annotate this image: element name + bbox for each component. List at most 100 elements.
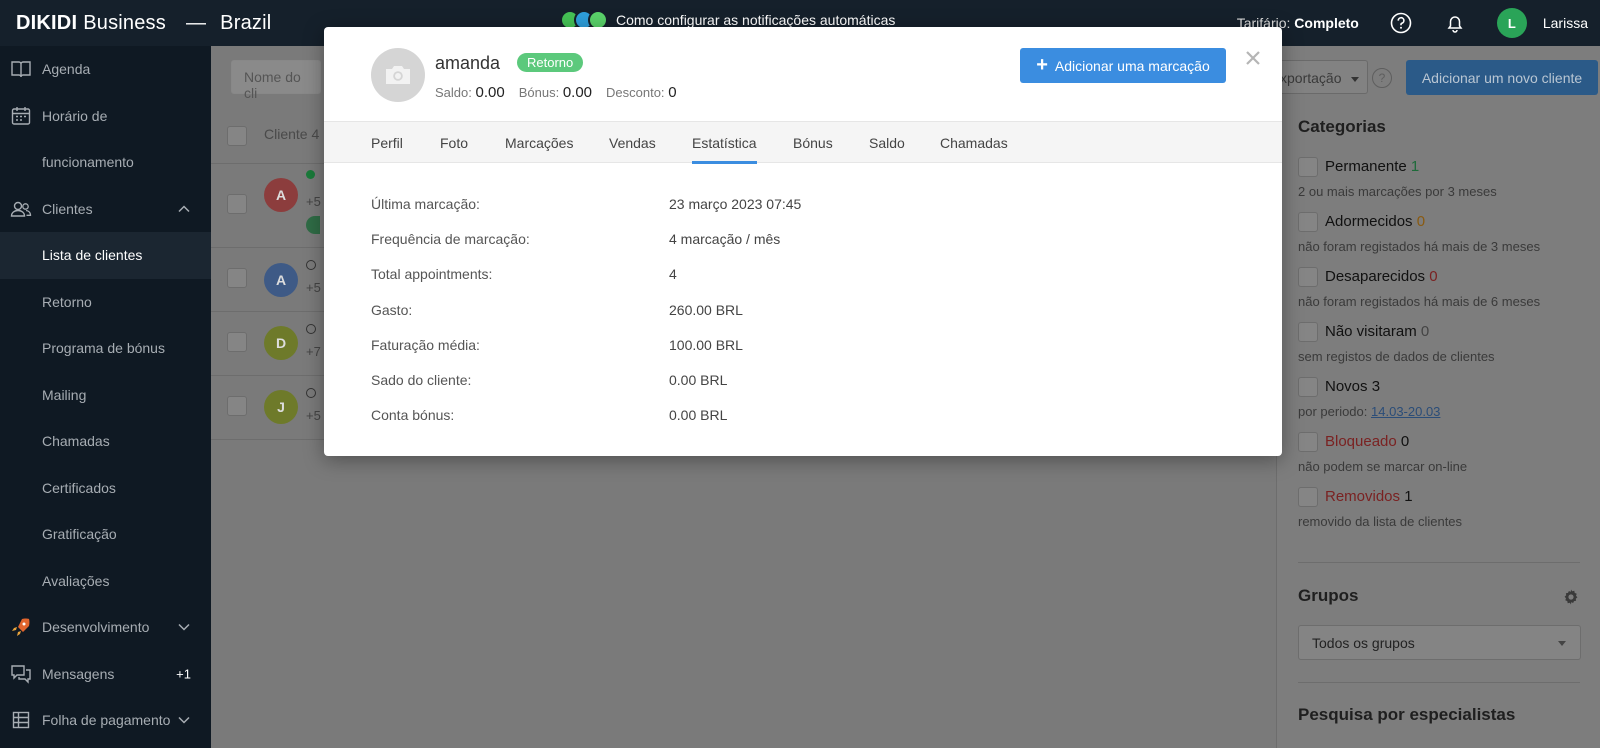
sidebar-item-certificates[interactable]: Certificados: [0, 465, 211, 512]
tab-profile[interactable]: Perfil: [371, 122, 403, 164]
client-status-badge: Retorno: [517, 53, 584, 72]
row-checkbox[interactable]: [227, 396, 247, 416]
stat-label: Conta bónus:: [371, 407, 455, 423]
stat-value: 23 março 2023 07:45: [669, 196, 802, 212]
export-dropdown[interactable]: xportação: [1276, 60, 1368, 94]
user-avatar[interactable]: L: [1496, 8, 1527, 38]
discount-label: Desconto:: [606, 85, 665, 100]
category-desc: 2 ou mais marcações por 3 meses: [1298, 184, 1497, 199]
sidebar-item-client-list[interactable]: Lista de clientes: [0, 232, 211, 279]
category-count: 3: [1371, 378, 1381, 395]
client-photo[interactable]: [371, 48, 425, 102]
country-selector[interactable]: Brazil: [220, 12, 271, 35]
category-name: Desaparecidos: [1325, 268, 1426, 285]
stat-row: Faturação média: 100.00 BRL: [371, 337, 1071, 357]
stat-row: Conta bónus: 0.00 BRL: [371, 407, 1071, 427]
help-icon[interactable]: [1389, 11, 1413, 35]
client-search-input[interactable]: Nome do cli: [231, 60, 321, 101]
category-name: Novos: [1325, 378, 1368, 395]
groups-select[interactable]: Todos os grupos: [1298, 625, 1581, 660]
stat-label: Gasto:: [371, 302, 413, 318]
calendar-icon: [10, 105, 32, 127]
bell-icon[interactable]: [1443, 11, 1467, 35]
sidebar-item-label: Folha de pagamento: [42, 712, 171, 729]
tab-bookings[interactable]: Marcações: [505, 122, 573, 164]
bonus-label: Bónus:: [518, 85, 560, 100]
saldo-info: Saldo: 0.00: [435, 84, 505, 101]
sidebar-item-return[interactable]: Retorno: [0, 279, 211, 326]
sidebar-item-mailing[interactable]: Mailing: [0, 372, 211, 419]
close-icon[interactable]: [1244, 49, 1262, 67]
sidebar-item-label: Chamadas: [42, 433, 110, 450]
stat-value: 100.00 BRL: [669, 337, 743, 353]
category-desc: sem registos de dados de clientes: [1298, 349, 1495, 364]
category-count: 0: [1420, 323, 1430, 340]
category-desc: não foram registados há mais de 3 meses: [1298, 239, 1541, 254]
discount-value: 0: [668, 84, 677, 101]
brand-sub: Business: [83, 11, 166, 34]
category-count: 1: [1410, 158, 1420, 175]
user-name[interactable]: Larissa: [1543, 15, 1588, 31]
sidebar-item-label: Desenvolvimento: [42, 619, 150, 636]
client-tag: [306, 216, 320, 234]
tab-photo[interactable]: Foto: [440, 122, 468, 164]
category-checkbox[interactable]: [1298, 157, 1318, 177]
category-checkbox[interactable]: [1298, 432, 1318, 452]
category-checkbox[interactable]: [1298, 267, 1318, 287]
sidebar-item-messages[interactable]: Mensagens +1: [0, 651, 211, 698]
category-count: 0: [1416, 213, 1426, 230]
sidebar-item-label: Mensagens: [42, 665, 115, 682]
tab-balance[interactable]: Saldo: [869, 122, 905, 164]
stat-row: Gasto: 260.00 BRL: [371, 302, 1071, 322]
tab-statistics[interactable]: Estatística: [692, 122, 757, 164]
brand-dash: —: [185, 11, 207, 34]
status-circle: [306, 324, 316, 334]
gear-icon[interactable]: [1562, 588, 1580, 606]
category-checkbox[interactable]: [1298, 377, 1318, 397]
sidebar-item-agenda[interactable]: Agenda: [0, 46, 211, 93]
category-name: Bloqueado: [1325, 433, 1397, 450]
stat-label: Frequência de marcação:: [371, 231, 530, 247]
chevron-down-icon: [178, 717, 190, 724]
sidebar-item-working-hours[interactable]: Horário de: [0, 93, 211, 140]
period-link[interactable]: 14.03-20.03: [1371, 404, 1440, 419]
client-balances: Saldo: 0.00 Bónus: 0.00 Desconto: 0: [435, 84, 677, 101]
category-desc: por periodo:: [1298, 404, 1368, 419]
client-name: amanda: [435, 53, 501, 73]
sidebar-item-working-hours-cont[interactable]: funcionamento: [0, 139, 211, 186]
client-phone: +7: [306, 344, 321, 359]
row-checkbox[interactable]: [227, 194, 247, 214]
stat-row: Sado do cliente: 0.00 BRL: [371, 372, 1071, 392]
tariff-value: Completo: [1294, 15, 1359, 31]
sidebar-item-reviews[interactable]: Avaliações: [0, 558, 211, 605]
category-desc: não podem se marcar on-line: [1298, 459, 1468, 474]
brand-logo[interactable]: DIKIDI Business — Brazil: [0, 12, 271, 35]
discount-info: Desconto: 0: [606, 84, 677, 101]
select-all-checkbox[interactable]: [227, 126, 247, 146]
sidebar-item-development[interactable]: Desenvolvimento: [0, 604, 211, 651]
stat-label: Faturação média:: [371, 337, 480, 353]
stat-value: 4: [669, 266, 677, 282]
sidebar-item-gratification[interactable]: Gratificação: [0, 511, 211, 558]
add-booking-button[interactable]: + Adicionar uma marcação: [1020, 48, 1226, 83]
help-icon[interactable]: ?: [1372, 68, 1392, 88]
category-checkbox[interactable]: [1298, 487, 1318, 507]
tab-calls[interactable]: Chamadas: [940, 122, 1008, 164]
sidebar-item-bonus-program[interactable]: Programa de bónus: [0, 325, 211, 372]
tab-sales[interactable]: Vendas: [609, 122, 656, 164]
category-checkbox[interactable]: [1298, 322, 1318, 342]
divider: [1298, 682, 1580, 683]
sidebar-item-clients[interactable]: Clientes: [0, 186, 211, 233]
category-checkbox[interactable]: [1298, 212, 1318, 232]
sidebar-item-label: Certificados: [42, 479, 116, 496]
row-checkbox[interactable]: [227, 332, 247, 352]
sidebar-item-label: Horário de: [42, 107, 108, 124]
sidebar-item-calls[interactable]: Chamadas: [0, 418, 211, 465]
add-client-button[interactable]: Adicionar um novo cliente: [1406, 60, 1598, 95]
row-checkbox[interactable]: [227, 268, 247, 288]
tab-bonus[interactable]: Bónus: [793, 122, 833, 164]
client-phone: +5: [306, 408, 321, 423]
sidebar-item-label: Mailing: [42, 386, 87, 403]
sidebar-item-payroll[interactable]: Folha de pagamento: [0, 697, 211, 744]
caret-down-icon: [1351, 76, 1360, 82]
